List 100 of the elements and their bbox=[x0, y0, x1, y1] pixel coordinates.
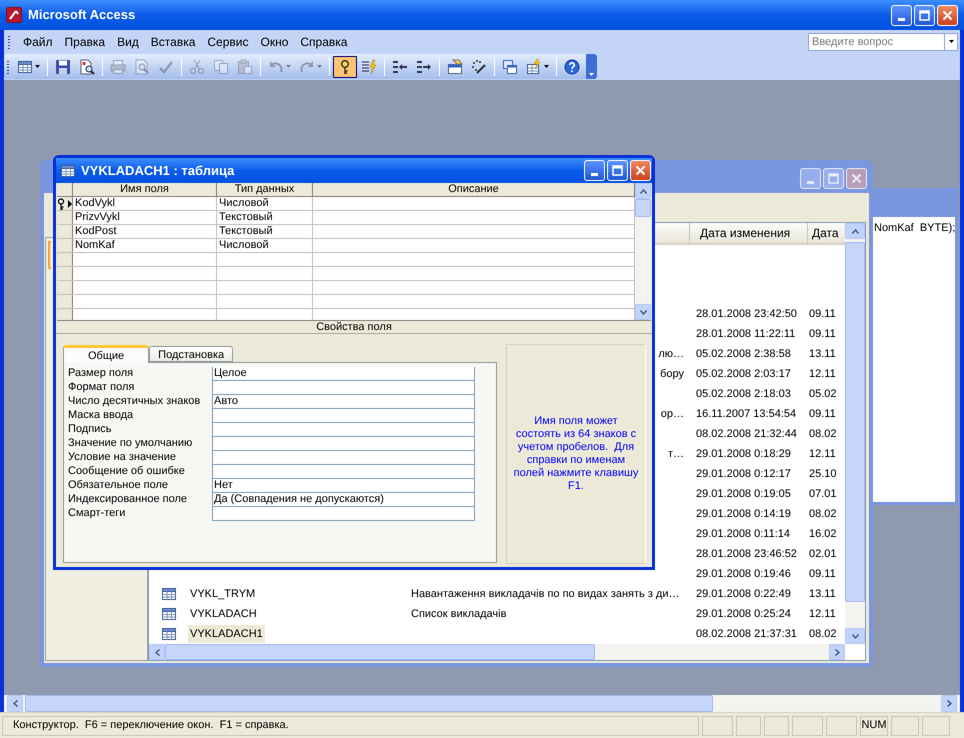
scrollbar[interactable] bbox=[149, 644, 845, 660]
tab[interactable]: Общие bbox=[63, 345, 150, 363]
property-label: Маска ввода bbox=[68, 409, 134, 421]
minimize-icon bbox=[807, 181, 814, 184]
menu-item[interactable]: Вставка bbox=[144, 32, 202, 52]
new-object-icon bbox=[526, 58, 542, 74]
table-cell[interactable]: Числовой bbox=[219, 197, 269, 209]
property-field[interactable] bbox=[212, 507, 475, 521]
table-cell[interactable]: PrizvVykl bbox=[75, 211, 120, 223]
object-description: Список викладачів bbox=[411, 606, 506, 622]
object-description: ор… bbox=[660, 406, 684, 422]
menu-item[interactable]: Вид bbox=[111, 32, 145, 52]
scroll-right-button[interactable] bbox=[829, 644, 845, 660]
scroll-right-button[interactable] bbox=[941, 695, 957, 712]
table-cell[interactable]: KodVykl bbox=[75, 197, 115, 209]
menu-item[interactable]: Правка bbox=[58, 32, 112, 52]
close-button[interactable] bbox=[630, 160, 651, 181]
table-cell[interactable]: KodPost bbox=[75, 225, 117, 237]
scroll-up-button[interactable] bbox=[635, 183, 651, 199]
table-cell: 08.02 bbox=[809, 508, 837, 520]
minimize-button[interactable] bbox=[584, 160, 605, 181]
object-name[interactable]: VYKLADACH1 bbox=[188, 625, 265, 643]
scrollbar[interactable] bbox=[635, 183, 651, 320]
table-cell: 08.02.2008 21:32:44 bbox=[696, 428, 797, 440]
scroll-thumb[interactable] bbox=[635, 199, 651, 217]
table-cell[interactable]: NomKaf bbox=[75, 239, 115, 251]
table-cell: 08.02 bbox=[809, 628, 837, 640]
table-cell: 09.11 bbox=[809, 308, 836, 320]
status-indicator bbox=[736, 716, 761, 736]
row-selector[interactable] bbox=[57, 197, 73, 210]
property-field[interactable] bbox=[212, 381, 475, 395]
grip-icon bbox=[7, 60, 10, 74]
section-caption: Свойства поля bbox=[316, 321, 392, 333]
dropdown-button[interactable] bbox=[945, 32, 958, 50]
table-icon bbox=[160, 606, 176, 622]
pane-item[interactable] bbox=[48, 241, 51, 269]
column-header[interactable]: Имя поля bbox=[73, 183, 217, 196]
menu-item[interactable]: Справка bbox=[294, 32, 354, 52]
table-cell: 29.01.2008 0:14:19 bbox=[696, 508, 791, 520]
caret-left-icon bbox=[12, 700, 18, 707]
close-button[interactable] bbox=[937, 4, 958, 26]
property-label: Подпись bbox=[68, 423, 112, 435]
scroll-down-button[interactable] bbox=[845, 628, 865, 644]
table-icon bbox=[160, 586, 176, 602]
table-cell: 05.02 bbox=[809, 388, 837, 400]
property-field[interactable]: Нет bbox=[212, 479, 475, 493]
property-label: Условие на значение bbox=[68, 451, 176, 463]
scroll-down-button[interactable] bbox=[635, 304, 651, 320]
column-header[interactable]: Дата изменения bbox=[689, 223, 807, 243]
table-cell: 29.01.2008 0:12:17 bbox=[696, 468, 791, 480]
scroll-up-button[interactable] bbox=[845, 223, 865, 239]
minimize-button[interactable] bbox=[891, 4, 912, 26]
magnifier-icon bbox=[79, 58, 95, 74]
help-search-field[interactable]: Введите вопрос bbox=[808, 32, 945, 50]
table-cell[interactable]: Текстовый bbox=[219, 211, 273, 223]
maximize-button[interactable] bbox=[914, 4, 935, 26]
close-button[interactable] bbox=[846, 168, 867, 189]
column-header[interactable]: Тип данных bbox=[217, 183, 313, 196]
scissors-icon bbox=[189, 58, 205, 74]
property-field[interactable]: Авто bbox=[212, 395, 475, 409]
menu-item[interactable]: Окно bbox=[254, 32, 294, 52]
primary-key-button[interactable] bbox=[333, 56, 357, 78]
table-cell: 05.02.2008 2:18:03 bbox=[696, 388, 791, 400]
object-name[interactable]: VYKL_TRYM bbox=[188, 585, 258, 603]
property-field[interactable] bbox=[212, 451, 475, 465]
scrollbar[interactable] bbox=[4, 695, 960, 712]
property-field[interactable] bbox=[212, 437, 475, 451]
property-field[interactable] bbox=[212, 423, 475, 437]
maximize-icon bbox=[612, 165, 623, 176]
scroll-thumb[interactable] bbox=[25, 695, 713, 712]
status-indicator bbox=[826, 716, 857, 736]
object-name[interactable]: VYKLADACH bbox=[188, 605, 259, 623]
menu-item[interactable]: Файл bbox=[17, 32, 59, 52]
table-cell: 25.10 bbox=[809, 468, 837, 480]
table-cell: 08.02 bbox=[809, 428, 837, 440]
table-cell[interactable]: Текстовый bbox=[219, 225, 273, 237]
property-field[interactable] bbox=[212, 465, 475, 479]
caret-down-icon bbox=[852, 634, 858, 638]
column-header[interactable]: Дата bbox=[807, 223, 841, 243]
maximize-button[interactable] bbox=[607, 160, 628, 181]
menu-item[interactable]: Сервис bbox=[201, 32, 254, 52]
scroll-left-button[interactable] bbox=[7, 695, 23, 712]
scroll-thumb[interactable] bbox=[165, 644, 595, 660]
property-field[interactable]: Да (Совпадения не допускаются) bbox=[212, 493, 475, 507]
help-text: Имя поля может состоять из 64 знаков с учетом пробелов. Для справки по именам полей нажмите клавишу F1. bbox=[513, 415, 639, 493]
close-icon bbox=[942, 10, 953, 20]
property-field[interactable] bbox=[212, 409, 475, 423]
windows-icon bbox=[502, 58, 518, 74]
status-text: Конструктор. F6 = переключение окон. F1 = справка. bbox=[13, 718, 289, 734]
printer-icon bbox=[110, 58, 126, 74]
status-indicator bbox=[891, 716, 919, 736]
table-cell: 29.01.2008 0:22:49 bbox=[696, 588, 791, 600]
toolbar-options-button[interactable] bbox=[586, 54, 597, 79]
property-field[interactable]: Целое bbox=[212, 367, 475, 381]
scroll-left-button[interactable] bbox=[149, 644, 165, 660]
tab[interactable]: Подстановка bbox=[149, 346, 234, 362]
property-label: Формат поля bbox=[68, 381, 134, 393]
table-cell: 12.11 bbox=[809, 368, 836, 380]
table-cell[interactable]: Числовой bbox=[219, 239, 269, 251]
property-label: Индексированное поле bbox=[68, 493, 187, 505]
